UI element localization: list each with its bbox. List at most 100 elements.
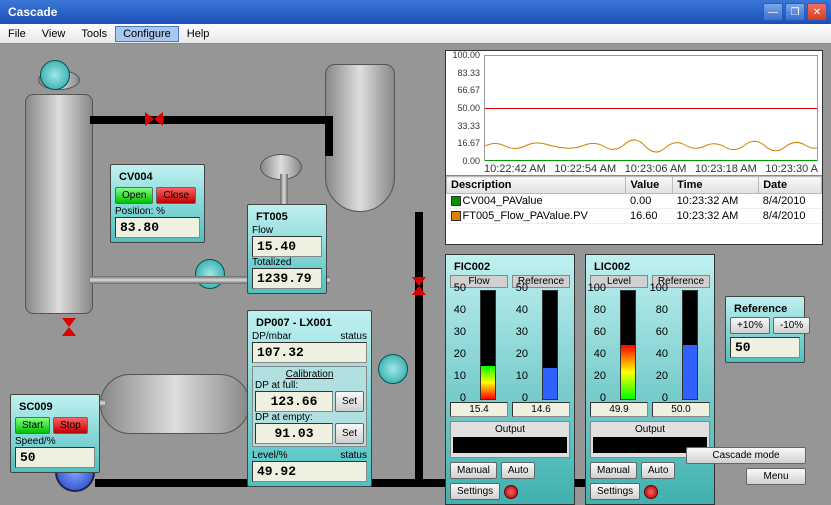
tick: 60: [656, 326, 668, 338]
ft005-tot-value: 1239.79: [252, 268, 322, 289]
tick: 30: [454, 326, 466, 338]
ytick: 83.33: [457, 68, 480, 78]
tick: 0: [522, 392, 528, 404]
dp007-empty-label: DP at empty:: [255, 412, 364, 423]
series-color-icon: [451, 196, 461, 206]
dp007-dp-label: DP/mbar: [252, 331, 291, 342]
menu-file[interactable]: File: [0, 26, 34, 42]
lic002-ref-value: 50.0: [652, 402, 710, 417]
dp007-level-label: Level/%: [252, 450, 288, 461]
menu-button[interactable]: Menu: [746, 468, 806, 485]
fic002-panel: FIC002 Flow 50403020100 15.4 Reference 5…: [445, 254, 575, 505]
lic002-manual-button[interactable]: Manual: [590, 462, 637, 479]
tick: 50: [454, 282, 466, 294]
fic002-auto-button[interactable]: Auto: [501, 462, 536, 479]
menu-help[interactable]: Help: [179, 26, 218, 42]
sensor-dp: [378, 354, 408, 384]
ytick: 33.33: [457, 121, 480, 131]
sensor-ft005: [195, 259, 225, 289]
hmi-canvas: CV004 Open Close Position: % 83.80 FT005…: [0, 44, 831, 500]
trend-panel: 100.00 83.33 66.67 50.00 33.33 16.67 0.0…: [445, 50, 823, 245]
pipe: [415, 212, 423, 482]
tank1: [25, 94, 93, 314]
ft005-tot-label: Totalized: [252, 257, 322, 268]
sc009-speed-label: Speed/%: [15, 436, 95, 447]
ft005-title: FT005: [252, 209, 322, 225]
tick: 40: [656, 348, 668, 360]
sensor-top: [40, 60, 70, 90]
lic002-led-icon: [644, 485, 658, 499]
lic002-ref-bar[interactable]: [682, 290, 698, 400]
tank2: [325, 64, 395, 212]
maximize-button[interactable]: ❐: [785, 3, 805, 21]
row-desc: FT005_Flow_PAValue.PV: [463, 210, 588, 222]
chart-grid: [484, 55, 818, 161]
lic002-settings-button[interactable]: Settings: [590, 483, 640, 500]
sc009-stop-button[interactable]: Stop: [53, 417, 88, 434]
dp007-set-empty[interactable]: Set: [335, 423, 364, 444]
titlebar: Cascade — ❐ ✕: [0, 0, 831, 24]
row-value: 16.60: [626, 209, 673, 224]
lic002-title: LIC002: [590, 259, 710, 275]
cv004-open-button[interactable]: Open: [115, 187, 153, 204]
cascade-mode-button[interactable]: Cascade mode: [686, 447, 806, 464]
fic002-ref-value: 14.6: [512, 402, 570, 417]
tick: 80: [594, 304, 606, 316]
table-row[interactable]: CV004_PAValue0.0010:23:32 AM8/4/2010: [447, 194, 822, 209]
fic002-title: FIC002: [450, 259, 570, 275]
minimize-button[interactable]: —: [763, 3, 783, 21]
ref-plus-button[interactable]: +10%: [730, 317, 770, 334]
close-button[interactable]: ✕: [807, 3, 827, 21]
xtick: 10:22:54 AM: [554, 163, 616, 175]
fic002-settings-button[interactable]: Settings: [450, 483, 500, 500]
dp007-level-status: status: [340, 450, 367, 461]
col-time[interactable]: Time: [673, 177, 759, 194]
row-desc: CV004_PAValue: [463, 195, 543, 207]
tick: 0: [600, 392, 606, 404]
dp007-level-value: 49.92: [252, 461, 367, 482]
fic002-ref-bar[interactable]: [542, 290, 558, 400]
ytick: 50.00: [457, 103, 480, 113]
dp007-dp-value: 107.32: [252, 342, 367, 363]
tick: 40: [454, 304, 466, 316]
sc009-panel: SC009 Start Stop Speed/%: [10, 394, 100, 473]
footer-controls: Cascade mode Menu: [686, 447, 806, 485]
chart-yaxis: 100.00 83.33 66.67 50.00 33.33 16.67 0.0…: [446, 55, 482, 161]
fic002-led-icon: [504, 485, 518, 499]
tick: 80: [656, 304, 668, 316]
ytick: 66.67: [457, 85, 480, 95]
output-label: Output: [593, 424, 707, 435]
ref-minus-button[interactable]: -10%: [773, 317, 810, 334]
dp007-set-full[interactable]: Set: [335, 391, 364, 412]
lic002-auto-button[interactable]: Auto: [641, 462, 676, 479]
col-desc[interactable]: Description: [447, 177, 626, 194]
tick: 100: [650, 282, 668, 294]
pipe: [90, 116, 330, 124]
col-value[interactable]: Value: [626, 177, 673, 194]
menu-configure[interactable]: Configure: [115, 26, 179, 42]
sc009-start-button[interactable]: Start: [15, 417, 50, 434]
valve-icon: [62, 318, 76, 336]
row-value: 0.00: [626, 194, 673, 209]
col-date[interactable]: Date: [759, 177, 822, 194]
dp007-title: DP007 - LX001: [252, 315, 367, 331]
xtick: 10:23:18 AM: [695, 163, 757, 175]
fic002-output: Output: [450, 421, 570, 458]
menu-view[interactable]: View: [34, 26, 74, 42]
xtick: 10:23:30 A: [765, 163, 818, 175]
tick: 40: [516, 304, 528, 316]
reference-panel: Reference +10% -10%: [725, 296, 805, 363]
row-date: 8/4/2010: [759, 194, 822, 209]
sc009-speed-value[interactable]: [15, 447, 95, 468]
tick: 40: [594, 348, 606, 360]
ref-value[interactable]: [730, 337, 800, 358]
dp007-panel: DP007 - LX001 DP/mbarstatus 107.32 Calib…: [247, 310, 372, 487]
window-title: Cascade: [4, 5, 761, 19]
fic002-manual-button[interactable]: Manual: [450, 462, 497, 479]
ft005-flow-value: 15.40: [252, 236, 322, 257]
tick: 20: [454, 348, 466, 360]
menu-tools[interactable]: Tools: [73, 26, 115, 42]
reference-title: Reference: [730, 301, 800, 317]
table-row[interactable]: FT005_Flow_PAValue.PV16.6010:23:32 AM8/4…: [447, 209, 822, 224]
cv004-close-button[interactable]: Close: [156, 187, 196, 204]
